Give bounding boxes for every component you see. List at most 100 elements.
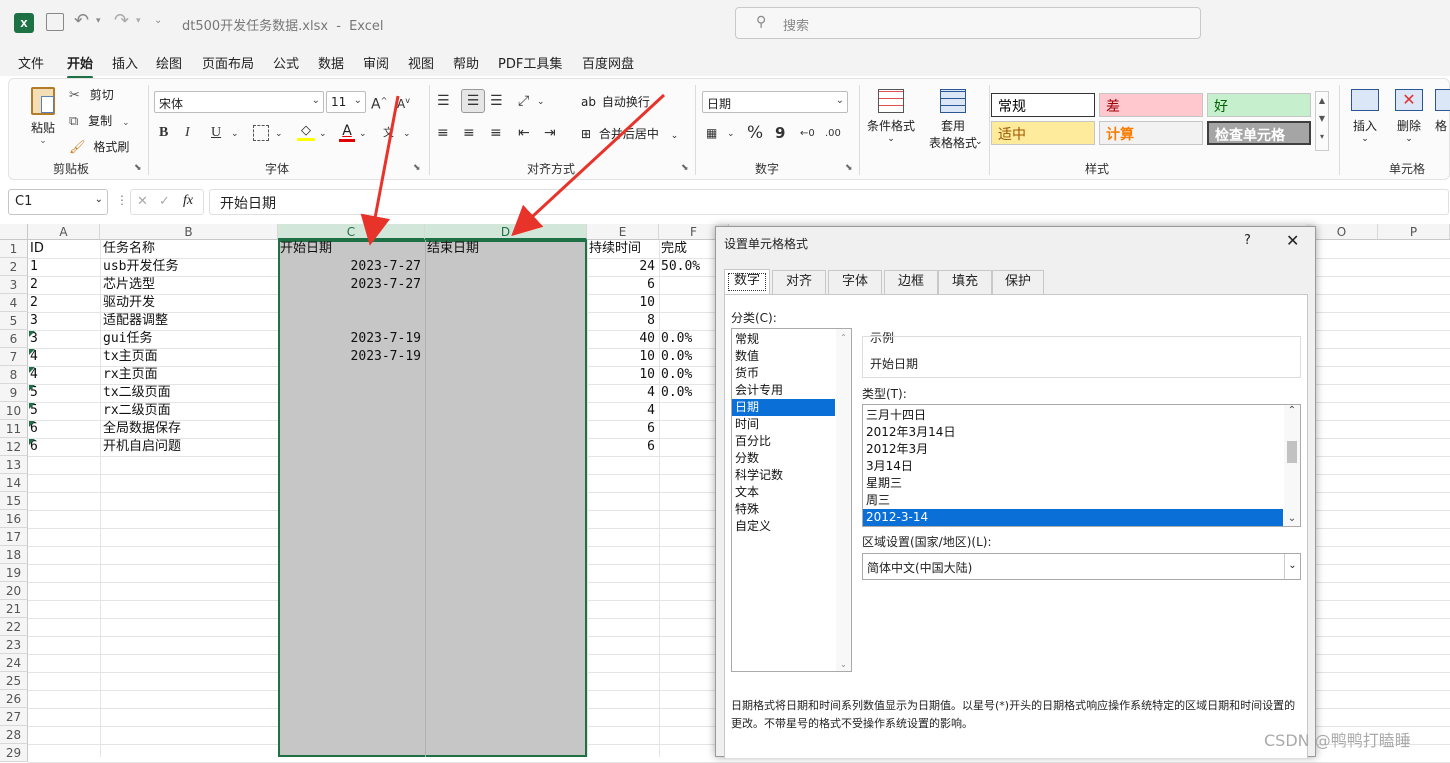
tab-help[interactable]: 帮助 [453, 53, 479, 72]
cell-style-6[interactable]: 检查单元格 [1207, 121, 1311, 145]
tab-view[interactable]: 视图 [408, 53, 434, 72]
redo-dropdown-icon[interactable]: ▾ [136, 16, 141, 26]
delete-cells-button[interactable]: ✕ 删除 ⌄ [1389, 89, 1429, 144]
comma-style-button[interactable]: 9 [775, 124, 785, 142]
column-header-c[interactable]: C [278, 224, 425, 240]
cell-a11[interactable]: 6 [30, 420, 100, 438]
underline-button[interactable]: U [211, 124, 221, 142]
row-header[interactable]: 1 [0, 240, 28, 258]
row-header[interactable]: 10 [0, 402, 28, 420]
locale-select[interactable]: 简体中文(中国大陆) ⌄ [862, 553, 1301, 580]
number-format-combo[interactable]: 日期 ⌄ [702, 91, 848, 113]
conditional-format-button[interactable]: 条件格式 ⌄ [865, 89, 917, 144]
table-format-dropdown-icon[interactable]: ⌄ [975, 137, 983, 147]
cell-c3[interactable]: 2023-7-27 [280, 276, 423, 294]
gallery-more-icon[interactable]: ▾ [1316, 128, 1328, 146]
row-header[interactable]: 14 [0, 474, 28, 492]
category-item[interactable]: 自定义 [732, 518, 835, 535]
cell-style-4[interactable]: 适中 [991, 121, 1095, 145]
align-middle-icon[interactable]: ☰ [461, 89, 485, 113]
row-header[interactable]: 25 [0, 672, 28, 690]
row-header[interactable]: 27 [0, 708, 28, 726]
cell-e3[interactable]: 6 [589, 276, 657, 294]
row-header[interactable]: 2 [0, 258, 28, 276]
cell-style-2[interactable]: 差 [1099, 93, 1203, 117]
percent-button[interactable]: % [747, 124, 763, 142]
cell-a12[interactable]: 6 [30, 438, 100, 456]
cell-style-5[interactable]: 计算 [1099, 121, 1203, 145]
type-item[interactable]: 星期三 [863, 475, 1283, 492]
gallery-scroll[interactable]: ▲ ▼ ▾ [1315, 91, 1329, 151]
align-bottom-icon[interactable]: ☰ [490, 92, 503, 110]
row-header[interactable]: 16 [0, 510, 28, 528]
cell-e12[interactable]: 6 [589, 438, 657, 456]
cell-a4[interactable]: 2 [30, 294, 100, 312]
dialog-tab-6[interactable]: 保护 [992, 270, 1044, 294]
cell-b11[interactable]: 全局数据保存 [103, 420, 278, 438]
align-left-icon[interactable]: ≡ [437, 124, 449, 142]
orientation-icon[interactable]: ⤢ [518, 92, 529, 110]
decrease-decimal-icon[interactable]: .00 [825, 125, 841, 143]
cell-e7[interactable]: 10 [589, 348, 657, 366]
dialog-tab-2[interactable]: 对齐 [772, 270, 826, 294]
increase-decimal-icon[interactable]: ←0 [800, 125, 815, 143]
cell-e5[interactable]: 8 [589, 312, 657, 330]
cell-b2[interactable]: usb开发任务 [103, 258, 278, 276]
row-header[interactable]: 7 [0, 348, 28, 366]
cell-e1[interactable]: 持续时间 [589, 240, 657, 258]
font-color-button[interactable]: A [339, 123, 355, 143]
accounting-format-icon[interactable]: ▦ [706, 124, 717, 142]
copy-button[interactable]: ⧉ 复制 ⌄ [69, 112, 130, 130]
row-header[interactable]: 12 [0, 438, 28, 456]
decrease-font-icon[interactable]: Av [397, 92, 410, 113]
cell-b4[interactable]: 驱动开发 [103, 294, 278, 312]
undo-icon[interactable]: ↶ [74, 10, 89, 31]
row-header[interactable]: 24 [0, 654, 28, 672]
tab-draw[interactable]: 绘图 [156, 53, 182, 72]
type-item[interactable]: 3月14日 [863, 458, 1283, 475]
cell-c7[interactable]: 2023-7-19 [280, 348, 423, 366]
formula-input[interactable]: 开始日期 [209, 189, 1449, 215]
cell-d1[interactable]: 结束日期 [427, 240, 585, 258]
cell-e4[interactable]: 10 [589, 294, 657, 312]
type-item[interactable]: 周三 [863, 492, 1283, 509]
cell-e8[interactable]: 10 [589, 366, 657, 384]
tab-home[interactable]: 开始 [67, 53, 94, 79]
row-header[interactable]: 26 [0, 690, 28, 708]
scroll-up-icon[interactable]: ⌃ [836, 333, 851, 342]
column-header-p[interactable]: P [1378, 224, 1450, 240]
row-header[interactable]: 29 [0, 744, 28, 762]
cell-b3[interactable]: 芯片选型 [103, 276, 278, 294]
row-header[interactable]: 19 [0, 564, 28, 582]
fill-color-button[interactable]: ◇ [297, 123, 315, 143]
category-list[interactable]: 常规 数值 货币 会计专用 日期 时间 百分比 分数 科学记数 文本 特殊 自定义 ⌃ ⌄ [731, 328, 852, 672]
increase-font-icon[interactable]: A^ [371, 92, 387, 114]
wrap-text-button[interactable]: ab 自动换行 [581, 93, 650, 110]
cut-button[interactable]: ✂ 剪切 [69, 86, 114, 104]
category-item[interactable]: 会计专用 [732, 382, 835, 399]
type-item[interactable]: 2012年3月14日 [863, 424, 1283, 441]
tab-data[interactable]: 数据 [318, 53, 344, 72]
italic-button[interactable]: I [185, 124, 190, 142]
category-item[interactable]: 科学记数 [732, 467, 835, 484]
align-center-icon[interactable]: ≡ [463, 124, 475, 142]
phonetic-icon[interactable]: 文 [383, 124, 394, 142]
type-item[interactable]: 2012年3月 [863, 441, 1283, 458]
cell-c2[interactable]: 2023-7-27 [280, 258, 423, 276]
cell-a6[interactable]: 3 [30, 330, 100, 348]
category-item[interactable]: 日期 [732, 399, 835, 416]
orientation-dropdown-icon[interactable]: ⌄ [537, 93, 545, 111]
cell-style-3[interactable]: 好 [1207, 93, 1311, 117]
row-header[interactable]: 11 [0, 420, 28, 438]
column-header-d[interactable]: D [425, 224, 587, 240]
scroll-up-icon[interactable]: ⌃ [1284, 405, 1300, 416]
number-launcher-icon[interactable]: ⬊ [845, 163, 853, 173]
scroll-down-icon[interactable]: ⌄ [1284, 513, 1300, 524]
category-scrollbar[interactable]: ⌃ ⌄ [836, 329, 851, 671]
border-icon[interactable] [253, 125, 269, 141]
align-top-icon[interactable]: ☰ [437, 92, 450, 110]
format-painter-button[interactable]: 🖌 格式刷 [69, 138, 129, 156]
cancel-icon[interactable]: ✕ [137, 194, 148, 209]
cell-a5[interactable]: 3 [30, 312, 100, 330]
category-item[interactable]: 特殊 [732, 501, 835, 518]
